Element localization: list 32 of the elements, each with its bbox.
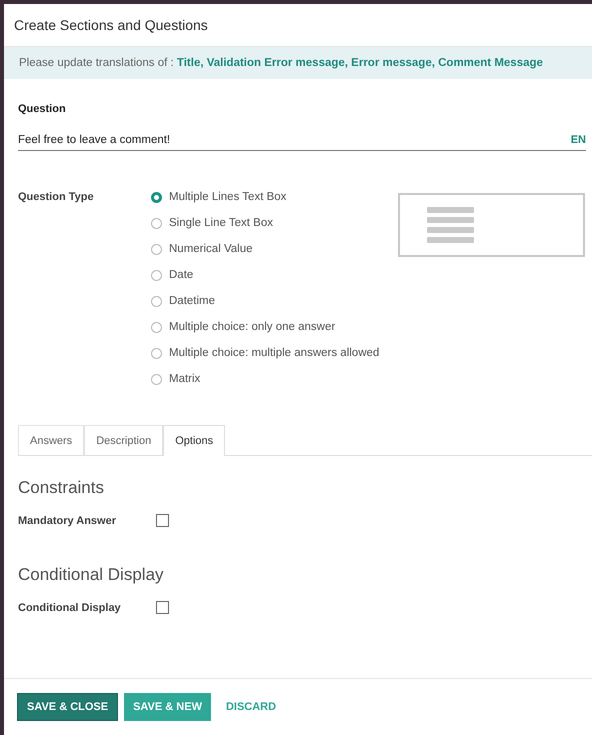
tab[interactable]: Options	[163, 425, 226, 456]
radio-button[interactable]	[151, 322, 162, 332]
checkbox[interactable]	[156, 601, 169, 614]
field-label: Conditional Display	[18, 602, 122, 614]
question-input[interactable]: Feel free to leave a comment! EN	[18, 134, 586, 151]
radio-label[interactable]: Multiple choice: multiple answers allowed	[169, 347, 380, 359]
radio-button[interactable]	[151, 374, 162, 384]
radio-button[interactable]	[151, 218, 162, 228]
radio-label[interactable]: Matrix	[169, 373, 200, 385]
dialog-title: Create Sections and Questions	[14, 17, 208, 33]
radio-label[interactable]: Datetime	[169, 295, 216, 307]
radio-button[interactable]	[151, 348, 162, 358]
radio-label[interactable]: Numerical Value	[169, 243, 253, 255]
radio-label[interactable]: Multiple Lines Text Box	[169, 191, 286, 203]
text-box-preview-icon	[398, 193, 585, 257]
section-heading: Constraints	[18, 478, 105, 498]
checkbox[interactable]	[156, 514, 169, 527]
field-label: Question Type	[18, 191, 95, 205]
alert-text: Please update translations of : Title, Validation Error message, Error message, Comment Message	[19, 57, 543, 69]
radio-button[interactable]	[151, 244, 162, 254]
section-heading: Conditional Display	[18, 565, 165, 585]
radio-button[interactable]	[151, 296, 162, 306]
radio-label[interactable]: Single Line Text Box	[169, 217, 273, 229]
radio-label[interactable]: Multiple choice: only one answer	[169, 321, 336, 333]
tab[interactable]: Answers	[18, 425, 84, 455]
field-label: Question	[18, 103, 67, 115]
language-button[interactable]: EN	[570, 134, 586, 146]
radio-label[interactable]: Date	[169, 269, 194, 281]
field-label: Mandatory Answer	[18, 514, 118, 526]
radio-button[interactable]	[151, 192, 162, 202]
save-close-button[interactable]: SAVE & CLOSE	[17, 693, 118, 721]
radio-button[interactable]	[151, 270, 162, 280]
